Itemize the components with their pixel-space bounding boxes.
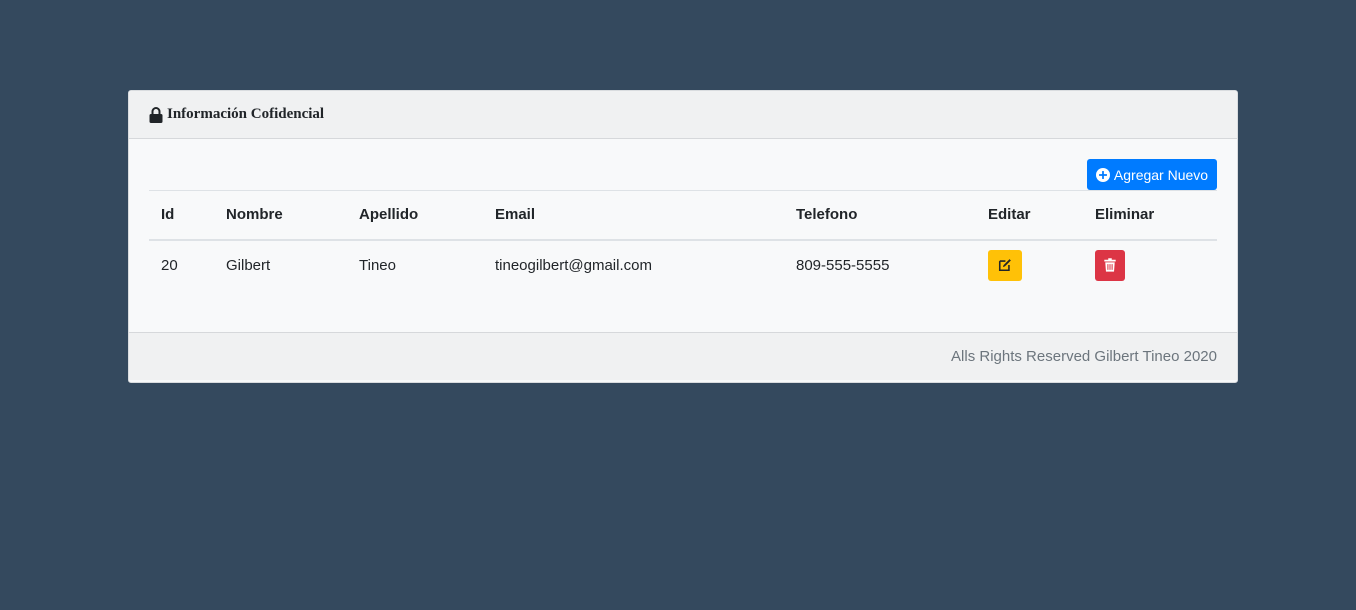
column-header-editar: Editar [988, 206, 1031, 224]
cell-eliminar [1083, 240, 1217, 290]
column-header-nombre: Nombre [226, 206, 283, 224]
footer-text: Alls Rights Reserved Gilbert Tineo 2020 [951, 348, 1217, 365]
column-header-id: Id [161, 206, 175, 224]
table-header-row: Id Nombre Apellido Email Telefono Editar… [149, 190, 1217, 240]
edit-button[interactable] [988, 249, 1022, 281]
card-title: Información Cofidencial [167, 106, 325, 122]
lock-icon [149, 106, 163, 123]
add-new-button[interactable]: Agregar Nuevo [1087, 159, 1217, 190]
info-card: Información Cofidencial Agregar Nuevo Id… [128, 90, 1238, 383]
card-footer: Alls Rights Reserved Gilbert Tineo 2020 [129, 332, 1237, 380]
add-new-label: Agregar Nuevo [1113, 166, 1209, 183]
trash-icon [1104, 258, 1116, 272]
delete-button[interactable] [1095, 249, 1125, 281]
table-row: 20 Gilbert Tineo tineogilbert@gmail.com … [149, 240, 1217, 290]
cell-id: 20 [161, 256, 178, 274]
plus-circle-icon [1095, 167, 1110, 182]
cell-nombre: Gilbert [226, 256, 271, 274]
cell-telefono: 809-555-5555 [796, 256, 890, 274]
column-header-apellido: Apellido [359, 206, 419, 224]
cell-email: tineogilbert@gmail.com [495, 256, 652, 274]
edit-icon [998, 259, 1011, 272]
cell-editar [976, 240, 1083, 290]
column-header-eliminar: Eliminar [1095, 206, 1155, 224]
column-header-telefono: Telefono [796, 206, 858, 224]
card-body: Agregar Nuevo Id Nombre Apellido Email T… [129, 139, 1237, 332]
cell-apellido: Tineo [359, 256, 396, 274]
card-header: Información Cofidencial [129, 91, 1237, 139]
data-table: Id Nombre Apellido Email Telefono Editar… [149, 190, 1217, 290]
column-header-email: Email [495, 206, 536, 224]
